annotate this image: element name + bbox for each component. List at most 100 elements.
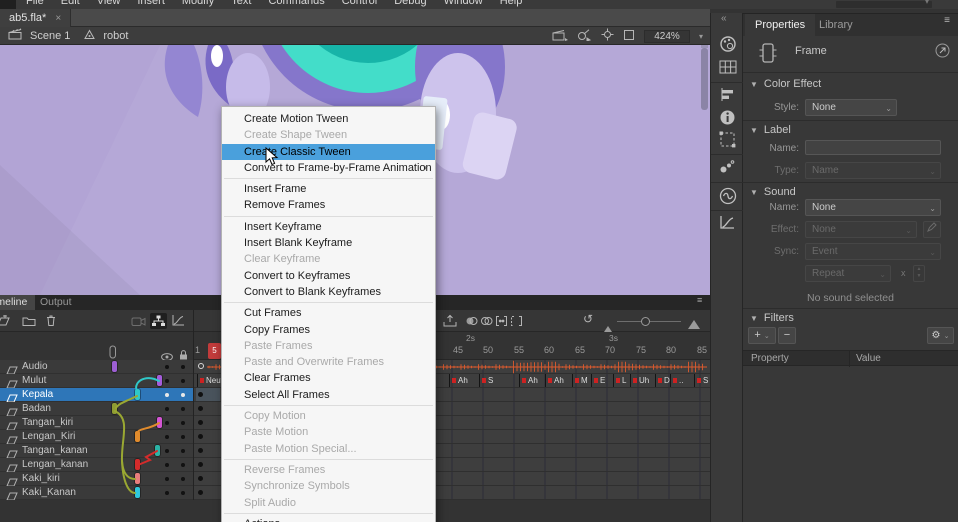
- menu-item-insert-keyframe[interactable]: Insert Keyframe: [222, 219, 435, 235]
- parent-chip[interactable]: [135, 473, 140, 484]
- color-panel-icon[interactable]: [719, 35, 737, 53]
- label-name-input[interactable]: [805, 140, 941, 155]
- section-filters[interactable]: ▼Filters: [750, 312, 794, 324]
- menu-item-actions[interactable]: Actions: [222, 516, 435, 522]
- menu-item-copy-frames[interactable]: Copy Frames: [222, 322, 435, 338]
- menu-item-paste-motion[interactable]: Paste Motion: [222, 424, 435, 440]
- edit-symbols-button[interactable]: [577, 29, 592, 44]
- breadcrumb-symbol[interactable]: robot: [103, 30, 128, 42]
- onion-skin-button[interactable]: [465, 314, 478, 332]
- lock-dot[interactable]: [181, 407, 185, 411]
- menu-item-create-shape-tween[interactable]: Create Shape Tween: [222, 127, 435, 143]
- camera-button[interactable]: [131, 314, 146, 332]
- frame-size-slider-knob[interactable]: [641, 317, 650, 326]
- lock-dot[interactable]: [181, 491, 185, 495]
- lock-dot[interactable]: [181, 477, 185, 481]
- edit-scene-button[interactable]: [552, 29, 568, 44]
- parent-chip[interactable]: [135, 431, 140, 442]
- layer-row-kaki-kiri[interactable]: Kaki_kiri: [0, 472, 193, 486]
- layer-row-audio[interactable]: Audio: [0, 360, 193, 374]
- filter-options-button[interactable]: ⚙ ⌄: [927, 327, 954, 344]
- visibility-dot[interactable]: [165, 365, 169, 369]
- layer-parenting-toggle[interactable]: [150, 313, 167, 329]
- breadcrumb-scene[interactable]: Scene 1: [30, 30, 70, 42]
- layer-row-tangan-kiri[interactable]: Tangan_kiri: [0, 416, 193, 430]
- menu-item-paste-and-overwrite-frames[interactable]: Paste and Overwrite Frames: [222, 354, 435, 370]
- menu-item-insert-blank-keyframe[interactable]: Insert Blank Keyframe: [222, 235, 435, 251]
- menu-modify[interactable]: Modify: [182, 0, 214, 9]
- layer-row-lengan-kanan[interactable]: Lengan_kanan: [0, 458, 193, 472]
- collapse-dock-icon[interactable]: «: [721, 13, 727, 24]
- menu-view[interactable]: View: [97, 0, 121, 9]
- sound-name-select[interactable]: None⌄: [805, 199, 941, 216]
- panel-menu-icon[interactable]: ≡: [697, 298, 702, 302]
- lock-dot[interactable]: [181, 421, 185, 425]
- layer-row-kaki-kanan[interactable]: Kaki_Kanan: [0, 486, 193, 500]
- menu-item-convert-to-keyframes[interactable]: Convert to Keyframes: [222, 268, 435, 284]
- lock-dot[interactable]: [181, 379, 185, 383]
- edit-multiple-frames-button[interactable]: [495, 314, 508, 332]
- add-filter-button[interactable]: + ⌄: [748, 327, 776, 344]
- menu-window[interactable]: Window: [444, 0, 483, 9]
- menu-insert[interactable]: Insert: [137, 0, 165, 9]
- menu-item-convert-to-frame-by-frame-animation[interactable]: Convert to Frame-by-Frame Animation›: [222, 160, 435, 176]
- loop-playback-button[interactable]: ↺: [583, 312, 593, 326]
- parent-chip[interactable]: [135, 389, 140, 400]
- visibility-dot[interactable]: [165, 477, 169, 481]
- align-panel-icon[interactable]: [719, 87, 737, 105]
- visibility-dot[interactable]: [165, 463, 169, 467]
- visibility-dot[interactable]: [165, 421, 169, 425]
- visibility-dot[interactable]: [165, 449, 169, 453]
- parent-chip[interactable]: [157, 417, 162, 428]
- workspace-switcher[interactable]: ▾: [836, 1, 932, 8]
- lock-dot[interactable]: [181, 365, 185, 369]
- lock-dot[interactable]: [181, 393, 185, 397]
- menu-item-paste-frames[interactable]: Paste Frames: [222, 338, 435, 354]
- menu-item-select-all-frames[interactable]: Select All Frames: [222, 387, 435, 403]
- show-tween-graphs-button[interactable]: [171, 314, 185, 332]
- menu-item-cut-frames[interactable]: Cut Frames: [222, 305, 435, 321]
- transform-panel-icon[interactable]: [719, 131, 737, 149]
- stage-vertical-scrollbar[interactable]: [701, 48, 708, 110]
- menu-commands[interactable]: Commands: [268, 0, 324, 9]
- section-sound[interactable]: ▼Sound: [750, 186, 796, 198]
- chevron-down-icon[interactable]: ▾: [699, 32, 703, 41]
- zoom-level-select[interactable]: 424%: [644, 30, 690, 43]
- swatches-panel-icon[interactable]: [719, 60, 737, 78]
- menu-item-synchronize-symbols[interactable]: Synchronize Symbols: [222, 478, 435, 494]
- menu-item-clear-frames[interactable]: Clear Frames: [222, 370, 435, 386]
- parent-chip[interactable]: [112, 403, 117, 414]
- layer-row-kepala[interactable]: Kepala: [0, 388, 193, 402]
- onion-skin-outline-button[interactable]: [480, 314, 493, 332]
- close-tab-icon[interactable]: ×: [55, 13, 61, 24]
- menu-item-remove-frames[interactable]: Remove Frames: [222, 197, 435, 213]
- panel-menu-icon[interactable]: ≡: [944, 18, 950, 23]
- menu-item-copy-motion[interactable]: Copy Motion: [222, 408, 435, 424]
- menu-item-create-classic-tween[interactable]: Create Classic Tween: [222, 144, 435, 160]
- layer-row-badan[interactable]: Badan: [0, 402, 193, 416]
- visibility-dot[interactable]: [165, 407, 169, 411]
- menu-item-split-audio[interactable]: Split Audio: [222, 495, 435, 511]
- menu-item-insert-frame[interactable]: Insert Frame: [222, 181, 435, 197]
- tab-properties[interactable]: Properties: [745, 14, 815, 36]
- menu-item-paste-motion-special[interactable]: Paste Motion Special...: [222, 441, 435, 457]
- lock-dot[interactable]: [181, 463, 185, 467]
- delete-layer-button[interactable]: [45, 314, 57, 332]
- menu-control[interactable]: Control: [342, 0, 377, 9]
- export-timeline-button[interactable]: [443, 314, 457, 332]
- brush-library-panel-icon[interactable]: [719, 159, 737, 177]
- menu-item-clear-keyframe[interactable]: Clear Keyframe: [222, 251, 435, 267]
- visibility-dot[interactable]: [165, 379, 169, 383]
- center-stage-button[interactable]: [601, 28, 614, 44]
- remove-filter-button[interactable]: −: [778, 327, 796, 344]
- live-preview-icon[interactable]: [935, 43, 950, 61]
- new-layer-button[interactable]: [0, 314, 11, 332]
- playhead[interactable]: 5: [208, 343, 221, 359]
- menu-edit[interactable]: Edit: [61, 0, 80, 9]
- menu-help[interactable]: Help: [500, 0, 523, 9]
- parent-chip[interactable]: [155, 445, 160, 456]
- parent-chip[interactable]: [157, 375, 162, 386]
- document-tab[interactable]: ab5.fla* ×: [0, 9, 71, 27]
- style-select[interactable]: None⌄: [805, 99, 897, 116]
- modify-markers-button[interactable]: [510, 314, 523, 332]
